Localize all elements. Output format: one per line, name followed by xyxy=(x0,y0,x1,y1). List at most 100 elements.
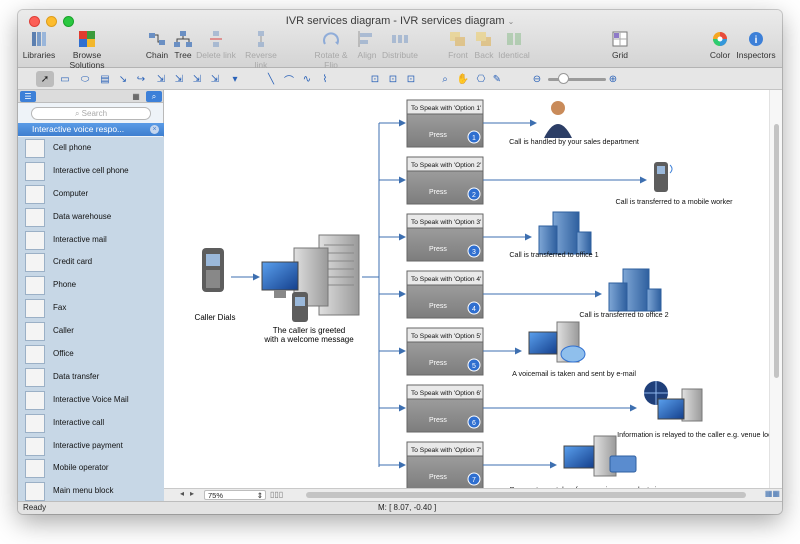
chain-button[interactable]: Chain xyxy=(144,30,170,66)
libraries-button[interactable]: Libraries xyxy=(22,30,56,66)
option-box[interactable]: To Speak with 'Option 7' Press 7 xyxy=(406,441,484,490)
library-item[interactable]: Interactive mail xyxy=(18,229,164,252)
align-button[interactable]: Align xyxy=(356,30,378,66)
back-label: Back xyxy=(474,50,494,60)
library-item[interactable]: Phone xyxy=(18,274,164,297)
caller-phone-icon[interactable] xyxy=(202,248,224,292)
identical-icon xyxy=(504,30,524,48)
draw-shape-tool[interactable]: ⊡ xyxy=(384,71,402,87)
grid-view-tab[interactable]: ▦ xyxy=(128,91,144,102)
front-button[interactable]: Front xyxy=(446,30,470,66)
option-box[interactable]: To Speak with 'Option 1' Press 1 xyxy=(406,99,484,148)
library-item[interactable]: Main menu block xyxy=(18,480,164,503)
curve-connector-tool[interactable]: ↪ xyxy=(132,71,150,87)
front-label: Front xyxy=(448,50,468,60)
zoom-in-icon[interactable]: ⊕ xyxy=(604,71,622,87)
office-icon[interactable] xyxy=(538,211,592,255)
crop-tool[interactable]: ⊡ xyxy=(366,71,384,87)
library-item[interactable]: Data transfer xyxy=(18,366,164,389)
browse-solutions-button[interactable]: Browse Solutions xyxy=(56,30,118,70)
result-label: Information is relayed to the caller e.g… xyxy=(617,430,782,439)
bezier-tool[interactable]: ∿ xyxy=(298,71,316,87)
zoom-select[interactable]: 75% ⇕ xyxy=(204,490,266,500)
zoom-slider-track[interactable] xyxy=(548,78,606,81)
inspectors-label: Inspectors xyxy=(736,50,776,60)
rectangle-tool[interactable]: ▭ xyxy=(56,71,74,87)
tree-connector-tool[interactable]: ⇲ xyxy=(188,71,206,87)
payment-icon[interactable] xyxy=(563,435,637,477)
mobile-icon[interactable] xyxy=(654,162,673,192)
libraries-label: Libraries xyxy=(22,50,56,60)
snap-tool[interactable]: ⊡ xyxy=(402,71,420,87)
identical-button[interactable]: Identical xyxy=(497,30,531,66)
person-icon[interactable] xyxy=(544,101,572,138)
reverse-link-button[interactable]: Reverse link xyxy=(238,30,284,70)
option-number: 2 xyxy=(472,192,476,199)
chain-connector-tool[interactable]: ⇲ xyxy=(170,71,188,87)
search-tab[interactable]: ⌕ xyxy=(146,91,162,102)
text-tool[interactable]: ▤ xyxy=(96,71,114,87)
option-box[interactable]: To Speak with 'Option 6' Press 6 xyxy=(406,384,484,433)
line-tool[interactable]: ╲ xyxy=(262,71,280,87)
library-item[interactable]: Interactive Voice Mail xyxy=(18,389,164,412)
zoom-out-icon[interactable]: ⊖ xyxy=(528,71,546,87)
library-item[interactable]: Office xyxy=(18,343,164,366)
title-chevron-icon[interactable]: ⌄ xyxy=(508,17,515,26)
page-thumbs-icon[interactable]: ▯▯▯ xyxy=(270,490,283,499)
zoom-tool-icon[interactable]: ⌕ xyxy=(436,71,454,87)
office-icon[interactable] xyxy=(608,268,662,312)
library-item[interactable]: Credit card xyxy=(18,251,164,274)
back-button[interactable]: Back xyxy=(472,30,496,66)
mail-icon[interactable] xyxy=(528,321,586,363)
option-press-label: Press xyxy=(429,303,447,310)
smart-connector-tool[interactable]: ⇲ xyxy=(152,71,170,87)
vertical-scroll-thumb[interactable] xyxy=(774,124,779,378)
library-item[interactable]: Interactive call xyxy=(18,412,164,435)
horizontal-scroll-thumb[interactable] xyxy=(306,492,746,498)
library-item[interactable]: Data warehouse xyxy=(18,206,164,229)
pointer-tool[interactable]: ➚ xyxy=(36,71,54,87)
library-item-label: Data transfer xyxy=(53,371,100,381)
list-view-tab[interactable]: ☰ xyxy=(20,91,36,102)
close-library-icon[interactable]: × xyxy=(150,125,159,134)
color-button[interactable]: Color xyxy=(708,30,732,66)
library-item[interactable]: Cell phone xyxy=(18,137,164,160)
arc-tool[interactable]: ⌒ xyxy=(280,71,298,87)
more-connectors-icon[interactable]: ▾ xyxy=(226,71,244,87)
round-connector-tool[interactable]: ⇲ xyxy=(206,71,224,87)
library-item[interactable]: Fax xyxy=(18,297,164,320)
page-next-icon[interactable]: ▸ xyxy=(190,489,194,498)
freehand-tool[interactable]: ⌇ xyxy=(316,71,334,87)
library-item-label: Interactive Voice Mail xyxy=(53,394,129,404)
rotate-flip-button[interactable]: Rotate & Flip xyxy=(308,30,354,70)
fit-page-icon[interactable]: ▦▦ xyxy=(765,489,780,498)
library-item[interactable]: Caller xyxy=(18,320,164,343)
vertical-scrollbar[interactable] xyxy=(769,90,782,490)
tree-button[interactable]: Tree xyxy=(172,30,194,66)
grid-button[interactable]: Grid xyxy=(608,30,632,66)
library-header[interactable]: Interactive voice respo... × xyxy=(18,123,164,136)
library-item[interactable]: Computer xyxy=(18,183,164,206)
ellipse-tool[interactable]: ⬭ xyxy=(76,71,94,87)
libraries-icon xyxy=(29,30,49,48)
globe-icon[interactable] xyxy=(644,381,703,422)
pan-hand-icon[interactable]: ✋ xyxy=(454,71,472,87)
library-search-input[interactable]: ⌕ Search xyxy=(31,107,151,120)
library-item[interactable]: Interactive payment xyxy=(18,435,164,458)
eyedropper-icon[interactable]: ✎ xyxy=(488,71,506,87)
library-item[interactable]: Mobile operator xyxy=(18,457,164,480)
diagram-canvas[interactable]: Caller Dials The caller is greeted with … xyxy=(164,90,782,501)
library-item[interactable]: Interactive cell phone xyxy=(18,160,164,183)
connector-tool[interactable]: ↘ xyxy=(114,71,132,87)
delete-link-button[interactable]: Delete link xyxy=(196,30,236,66)
distribute-button[interactable]: Distribute xyxy=(382,30,418,66)
ivr-server-icon[interactable] xyxy=(261,234,360,322)
option-box[interactable]: To Speak with 'Option 5' Press 5 xyxy=(406,327,484,376)
page-prev-icon[interactable]: ◂ xyxy=(180,489,184,498)
browse-solutions-label: Browse Solutions xyxy=(69,50,105,70)
option-box[interactable]: To Speak with 'Option 4' Press 4 xyxy=(406,270,484,319)
option-box[interactable]: To Speak with 'Option 2' Press 2 xyxy=(406,156,484,205)
inspectors-button[interactable]: i Inspectors xyxy=(736,30,776,66)
zoom-slider-knob[interactable] xyxy=(558,73,569,84)
option-box[interactable]: To Speak with 'Option 3' Press 3 xyxy=(406,213,484,262)
